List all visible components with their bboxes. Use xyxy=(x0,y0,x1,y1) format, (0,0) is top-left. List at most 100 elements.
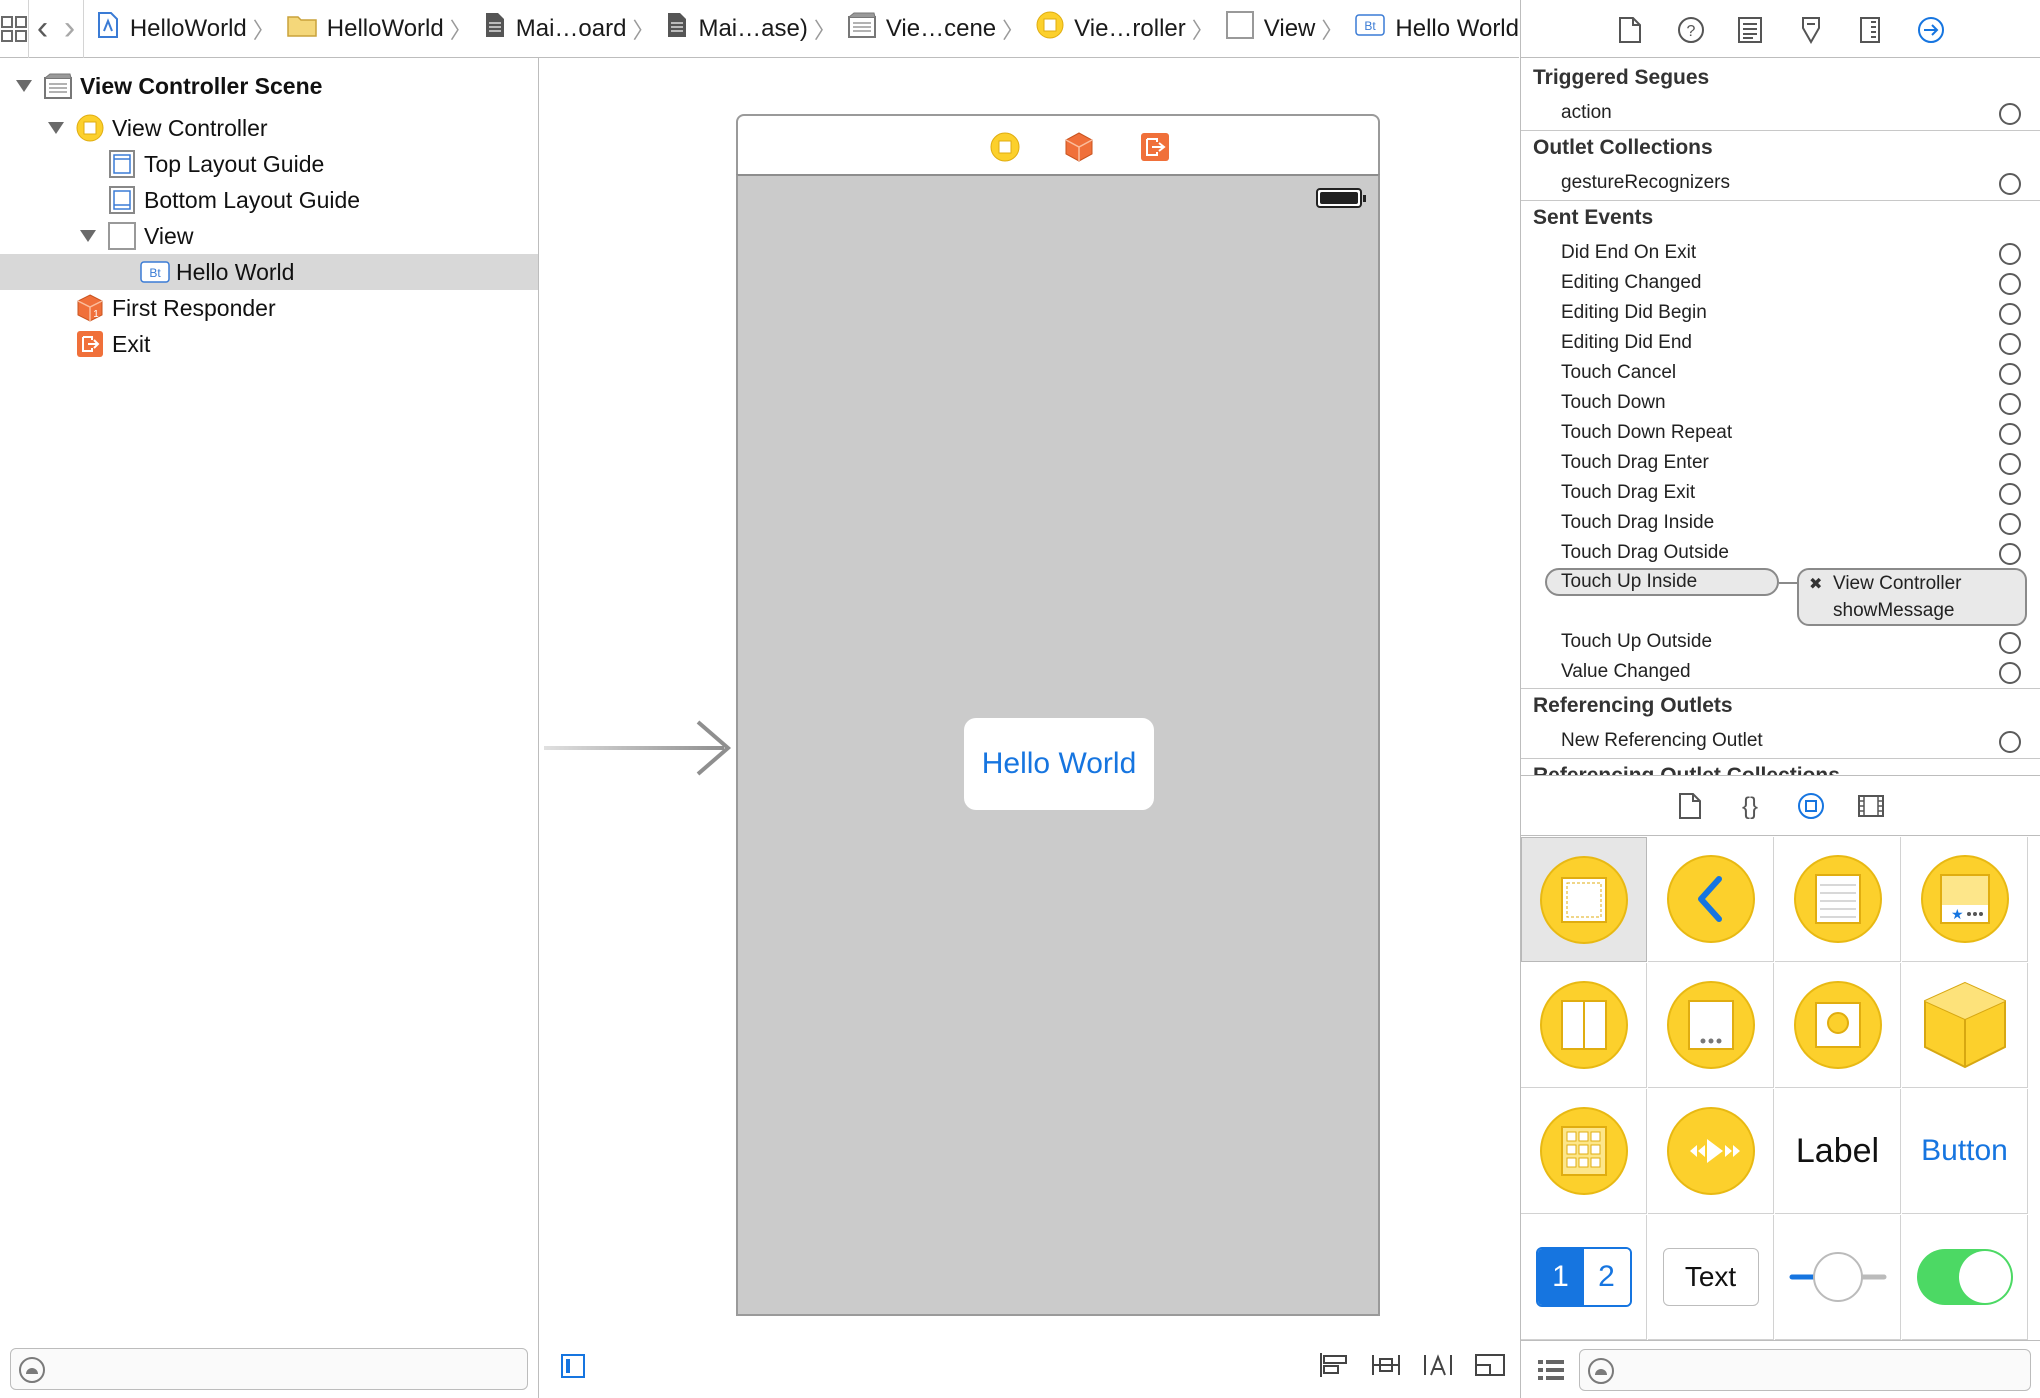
library-item-page-view-controller[interactable] xyxy=(1521,963,1647,1088)
connection-row[interactable]: Touch Drag Enter xyxy=(1521,448,2040,478)
connection-row[interactable]: Editing Did End xyxy=(1521,328,2040,358)
outline-filter-field[interactable] xyxy=(10,1348,528,1390)
align-icon[interactable] xyxy=(1318,1351,1350,1384)
connection-well-icon[interactable] xyxy=(1999,303,2021,325)
connection-well-icon[interactable] xyxy=(1999,662,2021,684)
connection-well-icon[interactable] xyxy=(1999,731,2021,753)
remove-connection-icon[interactable]: ✖ xyxy=(1809,574,1822,594)
forward-arrow-icon[interactable]: › xyxy=(56,0,84,58)
connection-row[interactable]: Editing Did Begin xyxy=(1521,298,2040,328)
library-item-segmented-control[interactable]: 1 2 xyxy=(1521,1215,1647,1340)
connection-row[interactable]: Editing Changed xyxy=(1521,268,2040,298)
connection-well-icon[interactable] xyxy=(1999,173,2021,195)
connection-row[interactable]: Touch Down xyxy=(1521,388,2040,418)
connection-row[interactable]: Touch Up Outside xyxy=(1521,627,2040,657)
library-item-collection-view-controller[interactable] xyxy=(1521,1089,1647,1214)
connections-inspector-icon[interactable] xyxy=(1917,16,1945,49)
view-controller-icon[interactable] xyxy=(990,132,1020,167)
outline-row-view[interactable]: View xyxy=(0,218,538,254)
library-item-avkit-player-view-controller[interactable] xyxy=(1775,963,1901,1088)
page-view-controller-icon xyxy=(1539,981,1628,1069)
library-item-button[interactable]: Button xyxy=(1902,1089,2028,1214)
disclosure-triangle-icon[interactable] xyxy=(48,122,64,134)
code-snippet-library-icon[interactable]: {} xyxy=(1737,792,1763,825)
media-library-icon[interactable] xyxy=(1857,792,1885,825)
connection-row[interactable]: Touch Drag Inside xyxy=(1521,508,2040,538)
connection-well-icon[interactable] xyxy=(1999,483,2021,505)
breadcrumb-item[interactable]: Bt Hello World xyxy=(1343,0,1519,58)
file-template-library-icon[interactable] xyxy=(1677,792,1703,825)
library-item-navigation-controller[interactable] xyxy=(1648,837,1774,962)
connection-well-icon[interactable] xyxy=(1999,273,2021,295)
library-item-object[interactable] xyxy=(1902,963,2028,1088)
connection-row[interactable]: Touch Cancel xyxy=(1521,358,2040,388)
library-item-glkit-view-controller[interactable] xyxy=(1648,963,1774,1088)
connection-row[interactable]: Did End On Exit xyxy=(1521,238,2040,268)
library-item-slider[interactable] xyxy=(1775,1215,1901,1340)
identity-inspector-icon[interactable] xyxy=(1737,16,1763,49)
exit-icon[interactable] xyxy=(1140,132,1170,167)
library-item-tab-bar-controller[interactable]: ★ xyxy=(1902,837,2028,962)
connection-target[interactable]: ✖ View Controller showMessage xyxy=(1797,568,2027,626)
disclosure-triangle-icon[interactable] xyxy=(16,80,32,92)
connection-row[interactable]: Touch Down Repeat xyxy=(1521,418,2040,448)
breadcrumb-item[interactable]: Mai…oard 〉 xyxy=(472,0,654,58)
connection-well-icon[interactable] xyxy=(1999,543,2021,565)
outline-row-hello-world-button[interactable]: Bt Hello World xyxy=(0,254,538,290)
breadcrumb-item[interactable]: Mai…ase) 〉 xyxy=(654,0,836,58)
connection-well-icon[interactable] xyxy=(1999,453,2021,475)
connection-well-icon[interactable] xyxy=(1999,632,2021,654)
back-arrow-icon[interactable]: ‹ xyxy=(29,0,56,58)
outline-row-top-layout-guide[interactable]: Top Layout Guide xyxy=(0,146,538,182)
first-responder-icon[interactable] xyxy=(1064,132,1094,167)
library-item-view-controller[interactable] xyxy=(1521,837,1647,962)
breadcrumb-item[interactable]: HelloWorld 〉 xyxy=(84,0,275,58)
hello-world-button[interactable]: Hello World xyxy=(964,718,1154,810)
pin-icon[interactable] xyxy=(1370,1351,1402,1384)
library-item-switch[interactable] xyxy=(1902,1215,2028,1340)
toggle-outline-icon[interactable] xyxy=(560,1353,586,1384)
library-item-text-field[interactable]: Text xyxy=(1648,1215,1774,1340)
storyboard-canvas[interactable]: Hello World xyxy=(540,58,1519,1398)
related-items-grid-icon[interactable] xyxy=(0,0,29,58)
initial-view-controller-arrow-icon[interactable] xyxy=(544,714,734,784)
connection-well-icon[interactable] xyxy=(1999,103,2021,125)
outline-row-scene[interactable]: View Controller Scene xyxy=(0,68,538,104)
object-library-icon[interactable] xyxy=(1797,792,1825,825)
breadcrumb-item[interactable]: HelloWorld 〉 xyxy=(275,0,472,58)
quick-help-icon[interactable]: ? xyxy=(1677,16,1705,49)
attributes-inspector-icon[interactable] xyxy=(1797,16,1825,49)
disclosure-triangle-icon[interactable] xyxy=(80,230,96,242)
connection-well-icon[interactable] xyxy=(1999,513,2021,535)
outline-row-first-responder[interactable]: 1 First Responder xyxy=(0,290,538,326)
connection-well-icon[interactable] xyxy=(1999,393,2021,415)
connection-row[interactable]: action xyxy=(1521,98,2040,128)
library-item-av-player-controller[interactable] xyxy=(1648,1089,1774,1214)
size-inspector-icon[interactable] xyxy=(1857,16,1883,49)
outline-row-bottom-layout-guide[interactable]: Bottom Layout Guide xyxy=(0,182,538,218)
breadcrumb-item[interactable]: Vie…cene 〉 xyxy=(836,0,1024,58)
outline-row-view-controller[interactable]: View Controller xyxy=(0,110,538,146)
root-view[interactable]: Hello World xyxy=(736,174,1380,1316)
connection-row[interactable]: New Referencing Outlet xyxy=(1521,726,2040,756)
library-filter-field[interactable] xyxy=(1579,1349,2031,1391)
navigation-controller-icon xyxy=(1666,855,1755,943)
file-inspector-icon[interactable] xyxy=(1617,16,1643,49)
connection-row[interactable]: gestureRecognizers xyxy=(1521,168,2040,198)
library-item-label[interactable]: Label xyxy=(1775,1089,1901,1214)
breadcrumb-item[interactable]: Vie…roller 〉 xyxy=(1024,0,1214,58)
view-controller-scene[interactable]: Hello World xyxy=(736,114,1380,1316)
connection-well-icon[interactable] xyxy=(1999,333,2021,355)
list-view-icon[interactable] xyxy=(1537,1357,1565,1388)
connection-row[interactable]: Touch Drag Outside xyxy=(1521,538,2040,568)
connection-row[interactable]: Touch Drag Exit xyxy=(1521,478,2040,508)
resizing-behavior-icon[interactable] xyxy=(1474,1351,1506,1384)
connection-well-icon[interactable] xyxy=(1999,243,2021,265)
resolve-auto-layout-icon[interactable] xyxy=(1422,1351,1454,1384)
outline-row-exit[interactable]: Exit xyxy=(0,326,538,362)
connection-well-icon[interactable] xyxy=(1999,363,2021,385)
breadcrumb-item[interactable]: View 〉 xyxy=(1214,0,1343,58)
library-item-table-view-controller[interactable] xyxy=(1775,837,1901,962)
connection-row[interactable]: Value Changed xyxy=(1521,657,2040,687)
connection-well-icon[interactable] xyxy=(1999,423,2021,445)
